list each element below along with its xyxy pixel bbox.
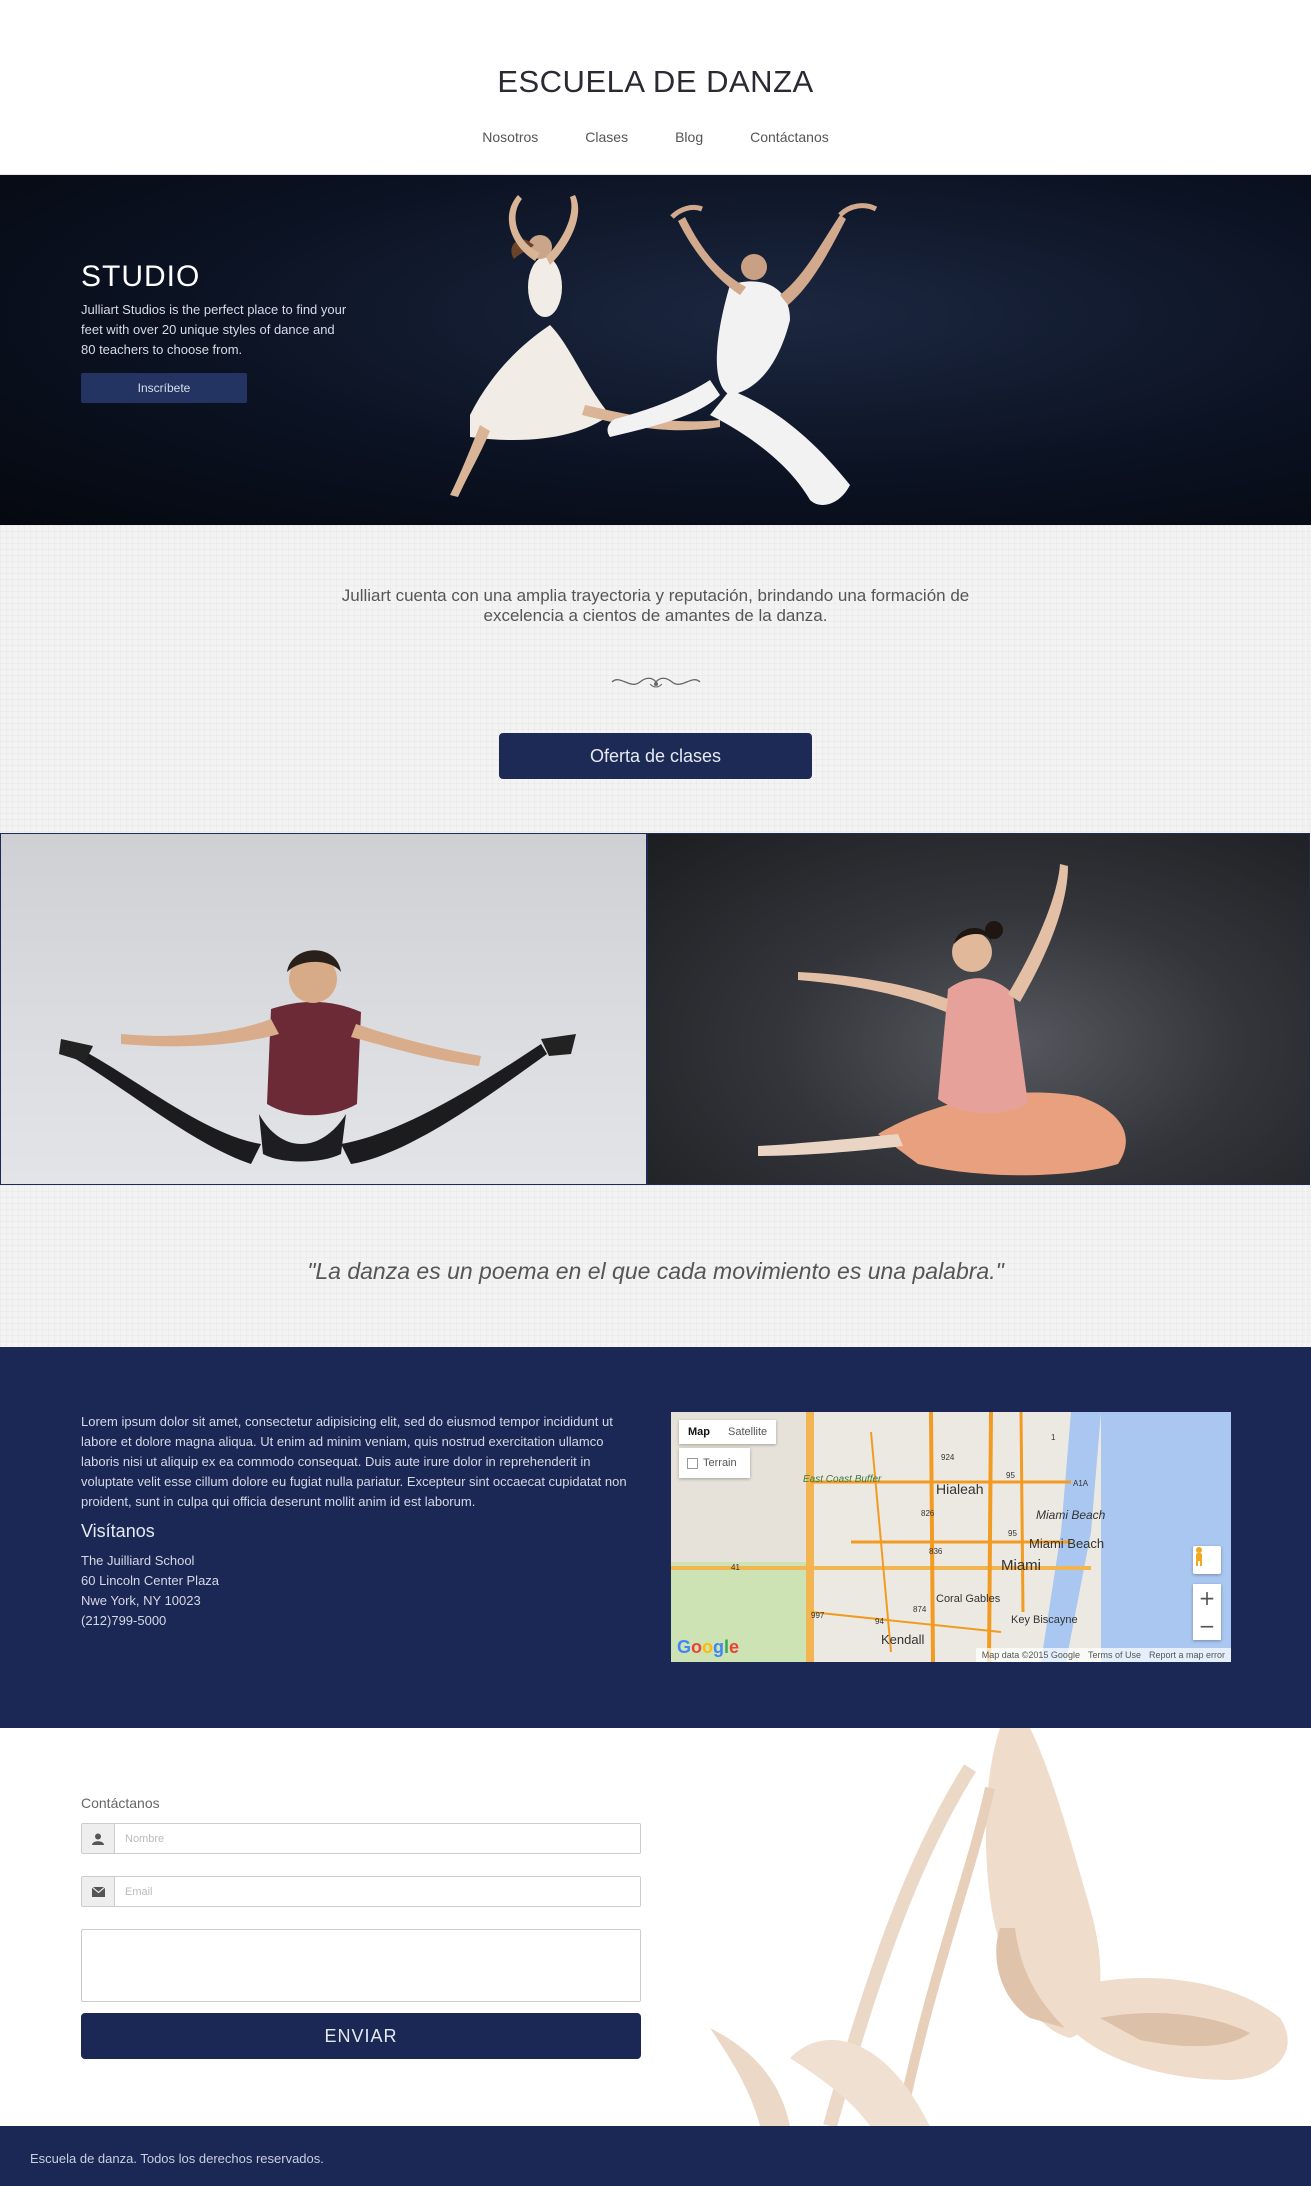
- contact-heading: Contáctanos: [81, 1795, 160, 1811]
- male-dancer-photo: [0, 833, 647, 1185]
- route-label: 94: [875, 1617, 884, 1626]
- name-field: [81, 1823, 641, 1854]
- user-icon: [82, 1824, 115, 1853]
- intro-text: Julliart cuenta con una amplia trayector…: [341, 586, 970, 625]
- dance-quote: "La danza es un poema en el que cada mov…: [307, 1258, 1004, 1284]
- address-block: The Juilliard School 60 Lincoln Center P…: [81, 1551, 219, 1631]
- ballet-shoes-image: [710, 1728, 1288, 2126]
- street-view-pegman-icon[interactable]: [1193, 1546, 1221, 1574]
- map-footer: Map data ©2015 Google Terms of Use Repor…: [975, 1648, 1231, 1662]
- quote-section: "La danza es un poema en el que cada mov…: [0, 1185, 1311, 1347]
- route-label: 41: [731, 1563, 740, 1572]
- site-footer: Escuela de danza. Todos los derechos res…: [0, 2126, 1311, 2186]
- map-data-credit: Map data ©2015 Google: [981, 1650, 1080, 1660]
- nav-blog[interactable]: Blog: [675, 129, 703, 145]
- route-label: 95: [1008, 1529, 1017, 1538]
- address-line: 60 Lincoln Center Plaza: [81, 1573, 220, 1588]
- hero-description: Julliart Studios is the perfect place to…: [81, 302, 347, 357]
- flourish-ornament-icon: [611, 677, 701, 688]
- nav-nosotros[interactable]: Nosotros: [482, 129, 538, 145]
- main-nav: Nosotros Clases Blog Contáctanos: [0, 129, 1311, 145]
- terms-link[interactable]: Terms of Use: [1088, 1650, 1141, 1660]
- google-logo: Google: [677, 1637, 740, 1657]
- route-label: 836: [929, 1547, 943, 1556]
- route-label: 826: [921, 1509, 935, 1518]
- dancers-image: [450, 195, 878, 505]
- site-header: ESCUELA DE DANZA Nosotros Clases Blog Co…: [0, 0, 1311, 175]
- class-offer-button[interactable]: Oferta de clases: [499, 733, 812, 779]
- map-tiles: Hialeah Miami Beach Miami Beach Miami Co…: [671, 1412, 1106, 1662]
- route-label: 997: [811, 1611, 825, 1620]
- map-label: East Coast Buffer: [803, 1474, 882, 1485]
- map-label: Coral Gables: [936, 1593, 1001, 1605]
- map-label: Miami Beach: [1029, 1536, 1104, 1551]
- route-label: 95: [1006, 1471, 1015, 1480]
- message-textarea[interactable]: [81, 1929, 641, 2002]
- site-title: ESCUELA DE DANZA: [497, 64, 814, 99]
- map-tab[interactable]: Map: [679, 1420, 719, 1444]
- google-map[interactable]: Hialeah Miami Beach Miami Beach Miami Co…: [671, 1412, 1231, 1662]
- address-line: Nwe York, NY 10023: [81, 1593, 201, 1608]
- nav-clases[interactable]: Clases: [585, 129, 628, 145]
- envelope-icon: [82, 1877, 115, 1906]
- satellite-tab[interactable]: Satellite: [719, 1420, 776, 1444]
- email-field: [81, 1876, 641, 1907]
- route-label: A1A: [1073, 1479, 1089, 1488]
- terrain-checkbox[interactable]: Terrain: [679, 1448, 750, 1478]
- zoom-out-button[interactable]: −: [1199, 1612, 1216, 1640]
- map-type-toggle: Map Satellite: [679, 1420, 777, 1444]
- zoom-controls: + −: [1193, 1584, 1221, 1640]
- contact-section: Contáctanos ENVIAR: [0, 1728, 1311, 2126]
- nav-contactanos[interactable]: Contáctanos: [750, 129, 829, 145]
- signup-button[interactable]: Inscríbete: [81, 373, 247, 403]
- terrain-label: Terrain: [703, 1457, 737, 1469]
- checkbox-icon: [687, 1457, 698, 1469]
- name-input[interactable]: [115, 1824, 640, 1853]
- map-label: Kendall: [881, 1632, 924, 1647]
- map-label: Miami Beach: [1036, 1508, 1106, 1522]
- info-paragraph: Lorem ipsum dolor sit amet, consectetur …: [81, 1414, 627, 1509]
- map-label: Miami: [1001, 1557, 1041, 1574]
- hero-banner: STUDIO Julliart Studios is the perfect p…: [0, 175, 1311, 525]
- send-button[interactable]: ENVIAR: [81, 2013, 641, 2059]
- info-section: Lorem ipsum dolor sit amet, consectetur …: [0, 1347, 1311, 1728]
- address-line: The Juilliard School: [81, 1553, 195, 1568]
- visit-heading: Visítanos: [81, 1521, 155, 1541]
- zoom-in-button[interactable]: +: [1199, 1584, 1216, 1612]
- route-label: 1: [1051, 1433, 1056, 1442]
- hero-text: STUDIO Julliart Studios is the perfect p…: [81, 260, 351, 403]
- email-input[interactable]: [115, 1877, 640, 1906]
- route-label: 924: [941, 1453, 955, 1462]
- map-label: Key Biscayne: [1011, 1614, 1078, 1626]
- copyright-text: Escuela de danza. Todos los derechos res…: [30, 2151, 324, 2166]
- ballerina-photo: [647, 833, 1310, 1185]
- report-map-error-link[interactable]: Report a map error: [1149, 1650, 1225, 1660]
- hero-title: STUDIO: [81, 260, 201, 293]
- map-label: Hialeah: [936, 1481, 983, 1497]
- phone-number: (212)799-5000: [81, 1613, 167, 1628]
- route-label: 874: [913, 1605, 927, 1614]
